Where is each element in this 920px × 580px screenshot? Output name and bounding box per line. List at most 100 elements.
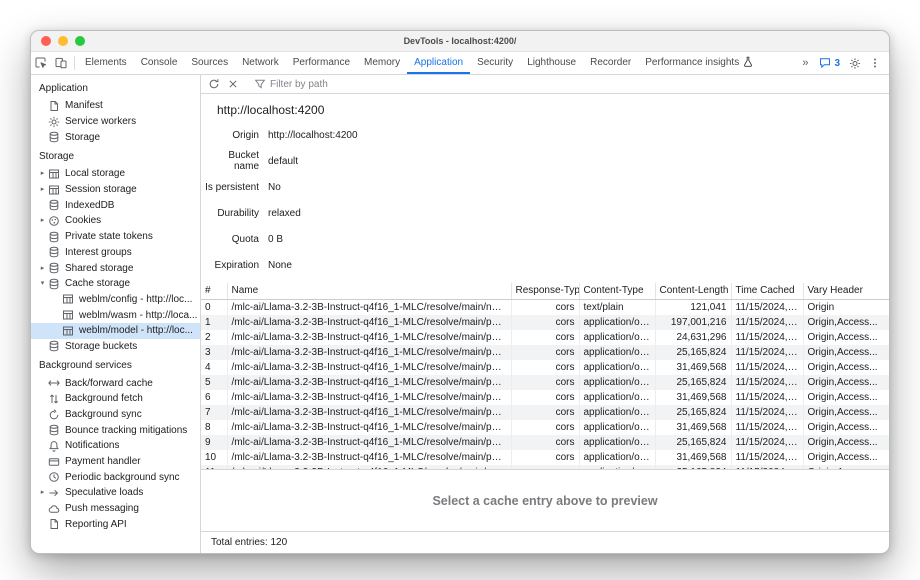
- sidebar-item-label: IndexedDB: [65, 200, 114, 211]
- column-header-content-type[interactable]: Content-Type: [579, 283, 655, 300]
- sidebar-item-local-storage[interactable]: ▸Local storage: [31, 166, 200, 182]
- tab-strip-right: » 3: [796, 52, 889, 74]
- cell-content-length: 197,001,216: [655, 315, 731, 330]
- cell-name: /mlc-ai/Llama-3.2-3B-Instruct-q4f16_1-ML…: [227, 390, 511, 405]
- chat-bubble-icon: [819, 57, 831, 69]
- tab-performance-insights[interactable]: Performance insights: [638, 52, 761, 74]
- cell-response-type: cors: [511, 330, 579, 345]
- cache-entry-row[interactable]: 4/mlc-ai/Llama-3.2-3B-Instruct-q4f16_1-M…: [201, 360, 889, 375]
- tab-lighthouse[interactable]: Lighthouse: [520, 52, 583, 74]
- cache-entry-row[interactable]: 0/mlc-ai/Llama-3.2-3B-Instruct-q4f16_1-M…: [201, 300, 889, 316]
- sidebar-item-storage-buckets[interactable]: Storage buckets: [31, 339, 200, 355]
- sidebar-item-periodic-background-sync[interactable]: Periodic background sync: [31, 469, 200, 485]
- cache-entry-row[interactable]: 3/mlc-ai/Llama-3.2-3B-Instruct-q4f16_1-M…: [201, 345, 889, 360]
- inspect-element-button[interactable]: [31, 52, 51, 74]
- chevron-right-icon[interactable]: ▸: [37, 489, 48, 496]
- sidebar-item-payment-handler[interactable]: Payment handler: [31, 454, 200, 470]
- cache-entry-row[interactable]: 9/mlc-ai/Llama-3.2-3B-Instruct-q4f16_1-M…: [201, 435, 889, 450]
- tab-label: Lighthouse: [527, 57, 576, 68]
- sidebar-item-label: Cookies: [65, 215, 101, 226]
- cache-entry-row[interactable]: 10/mlc-ai/Llama-3.2-3B-Instruct-q4f16_1-…: [201, 450, 889, 465]
- cell-time-cached: 11/15/2024, 10...: [731, 300, 803, 316]
- cache-storage-panel: Filter by path http://localhost:4200 Ori…: [201, 75, 889, 553]
- chevron-down-icon[interactable]: ▾: [37, 280, 48, 287]
- sidebar-item-manifest[interactable]: Manifest: [31, 98, 200, 114]
- cell-content-length: 31,469,568: [655, 390, 731, 405]
- sidebar-item-interest-groups[interactable]: Interest groups: [31, 245, 200, 261]
- cell-time-cached: 11/15/2024, 10...: [731, 330, 803, 345]
- chevron-right-icon[interactable]: ▸: [37, 170, 48, 177]
- tab-security[interactable]: Security: [470, 52, 520, 74]
- cache-entry-row[interactable]: 5/mlc-ai/Llama-3.2-3B-Instruct-q4f16_1-M…: [201, 375, 889, 390]
- cache-entry-row[interactable]: 8/mlc-ai/Llama-3.2-3B-Instruct-q4f16_1-M…: [201, 420, 889, 435]
- column-header-name[interactable]: Name: [227, 283, 511, 300]
- refresh-icon: [208, 78, 220, 90]
- more-tabs-button[interactable]: »: [796, 57, 814, 69]
- cache-entry-row[interactable]: 7/mlc-ai/Llama-3.2-3B-Instruct-q4f16_1-M…: [201, 405, 889, 420]
- sidebar-item-push-messaging[interactable]: Push messaging: [31, 501, 200, 517]
- sidebar-item-shared-storage[interactable]: ▸Shared storage: [31, 260, 200, 276]
- refresh-button[interactable]: [206, 78, 222, 90]
- settings-button[interactable]: [845, 57, 865, 69]
- column-header-[interactable]: #: [201, 283, 227, 300]
- zoom-window-button[interactable]: [75, 36, 85, 46]
- minimize-window-button[interactable]: [58, 36, 68, 46]
- tab-console[interactable]: Console: [134, 52, 185, 74]
- cell-name: /mlc-ai/Llama-3.2-3B-Instruct-q4f16_1-ML…: [227, 450, 511, 465]
- chevron-right-icon[interactable]: ▸: [37, 186, 48, 193]
- cell-content-length: 25,165,824: [655, 435, 731, 450]
- filter-input[interactable]: Filter by path: [254, 78, 328, 90]
- tab-application[interactable]: Application: [407, 52, 470, 74]
- sidebar-item-label: Storage: [65, 132, 100, 143]
- sidebar-item-cookies[interactable]: ▸ Cookies: [31, 213, 200, 229]
- cache-entry-row[interactable]: 1/mlc-ai/Llama-3.2-3B-Instruct-q4f16_1-M…: [201, 315, 889, 330]
- sidebar-item-background-fetch[interactable]: Background fetch: [31, 391, 200, 407]
- tab-recorder[interactable]: Recorder: [583, 52, 638, 74]
- column-header-time-cached[interactable]: Time Cached: [731, 283, 803, 300]
- delete-selected-button[interactable]: [225, 78, 241, 90]
- sidebar-item-back-forward-cache[interactable]: Back/forward cache: [31, 375, 200, 391]
- tab-memory[interactable]: Memory: [357, 52, 407, 74]
- tab-elements[interactable]: Elements: [78, 52, 134, 74]
- sidebar-item-service-workers[interactable]: Service workers: [31, 114, 200, 130]
- sidebar-item-speculative-loads[interactable]: ▸Speculative loads: [31, 485, 200, 501]
- sidebar-item-label: Interest groups: [65, 247, 132, 258]
- sidebar-item-background-sync[interactable]: Background sync: [31, 407, 200, 423]
- close-window-button[interactable]: [41, 36, 51, 46]
- sidebar-item-storage[interactable]: Storage: [31, 129, 200, 145]
- cell-content-length: 25,165,824: [655, 405, 731, 420]
- more-options-button[interactable]: [865, 57, 885, 69]
- tab-performance[interactable]: Performance: [286, 52, 357, 74]
- sidebar-item-weblm-model-http-loc[interactable]: weblm/model - http://loc...: [31, 323, 200, 339]
- sidebar-item-weblm-config-http-loc[interactable]: weblm/config - http://loc...: [31, 292, 200, 308]
- sidebar-item-label: weblm/config - http://loc...: [79, 294, 192, 305]
- cache-entry-row[interactable]: 2/mlc-ai/Llama-3.2-3B-Instruct-q4f16_1-M…: [201, 330, 889, 345]
- cell-index: 2: [201, 330, 227, 345]
- sidebar-item-private-state-tokens[interactable]: Private state tokens: [31, 229, 200, 245]
- column-header-content-length[interactable]: Content-Length: [655, 283, 731, 300]
- messages-button[interactable]: 3: [814, 57, 845, 69]
- cell-time-cached: 11/15/2024, 10...: [731, 450, 803, 465]
- chevron-right-icon[interactable]: ▸: [37, 265, 48, 272]
- sidebar-item-label: Push messaging: [65, 503, 139, 514]
- sidebar-item-reporting-api[interactable]: Reporting API: [31, 517, 200, 533]
- column-header-vary-header[interactable]: Vary Header: [803, 283, 889, 300]
- sidebar-item-indexeddb[interactable]: IndexedDB: [31, 197, 200, 213]
- column-header-response-type[interactable]: Response-Type: [511, 283, 579, 300]
- preview-placeholder: Select a cache entry above to preview: [201, 470, 889, 531]
- tab-network[interactable]: Network: [235, 52, 286, 74]
- sidebar-item-bounce-tracking-mitigations[interactable]: Bounce tracking mitigations: [31, 422, 200, 438]
- cache-entry-row[interactable]: 6/mlc-ai/Llama-3.2-3B-Instruct-q4f16_1-M…: [201, 390, 889, 405]
- sidebar-item-notifications[interactable]: Notifications: [31, 438, 200, 454]
- sidebar-item-cache-storage[interactable]: ▾Cache storage: [31, 276, 200, 292]
- device-toolbar-button[interactable]: [51, 52, 71, 74]
- tab-sources[interactable]: Sources: [184, 52, 235, 74]
- cell-vary-header: Origin,Access...: [803, 450, 889, 465]
- sidebar-item-weblm-wasm-http-loca[interactable]: weblm/wasm - http://loca...: [31, 307, 200, 323]
- tab-label: Application: [414, 57, 463, 68]
- sidebar-item-session-storage[interactable]: ▸Session storage: [31, 182, 200, 198]
- chevron-right-icon[interactable]: ▸: [37, 217, 48, 224]
- cell-vary-header: Origin,Access...: [803, 330, 889, 345]
- metadata-row-durability: Durabilityrelaxed: [201, 200, 889, 226]
- tab-label: Sources: [191, 57, 228, 68]
